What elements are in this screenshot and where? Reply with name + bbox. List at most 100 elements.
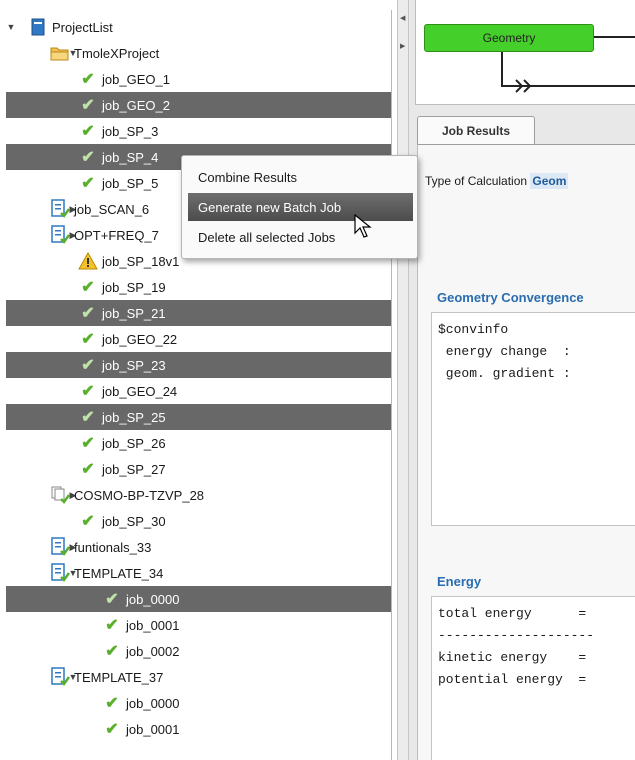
menu-item-generate-new-batch-job[interactable]: Generate new Batch Job: [188, 193, 413, 221]
output-line: --------------------: [438, 628, 595, 643]
tab-job-results[interactable]: Job Results: [417, 116, 535, 144]
check-icon: ✔: [81, 97, 95, 114]
tree-row-job[interactable]: ✔ job_GEO_1: [6, 66, 391, 92]
geometry-node[interactable]: Geometry: [424, 24, 594, 52]
tree-row-label: job_SP_21: [102, 305, 166, 321]
tree-row-job[interactable]: ✔ job_SP_3: [6, 118, 391, 144]
check-icon: ✔: [81, 149, 95, 166]
check-icon: ✔: [105, 721, 119, 738]
menu-item-delete-all-selected-jobs[interactable]: Delete all selected Jobs: [188, 223, 413, 251]
tree-node[interactable]: ▶ COSMO-BP-TZVP_28: [6, 482, 391, 508]
tree-row-label: job_GEO_22: [102, 331, 178, 347]
tree-row-label: job_SP_30: [102, 513, 166, 529]
check-icon: ✔: [81, 435, 95, 452]
calculation-type: Type of Calculation Geom: [425, 173, 569, 189]
tree-row-label: job_SP_25: [102, 409, 166, 425]
tree-node[interactable]: ▼ TmoleXProject: [6, 40, 391, 66]
split-pane-divider[interactable]: ◀ ▶: [397, 0, 409, 760]
check-icon: ✔: [81, 71, 95, 88]
tree-row-label: job_GEO_24: [102, 383, 178, 399]
check-icon: ✔: [81, 409, 95, 426]
tree-row-label: funtionals_33: [74, 539, 152, 555]
output-line: potential energy =: [438, 672, 587, 687]
tree-row-job[interactable]: ✔ job_SP_26: [6, 430, 391, 456]
project-tree[interactable]: ▼ ProjectList ▼ TmoleXProject ✔ job_GEO_1 ✔ job…: [6, 10, 392, 760]
tree-row-label: job_GEO_2: [102, 97, 170, 113]
tree-node[interactable]: ▶ funtionals_33: [6, 534, 391, 560]
tree-row-label: job_SP_23: [102, 357, 166, 373]
check-icon: ✔: [81, 513, 95, 530]
expand-right-icon[interactable]: ▶: [400, 42, 405, 50]
tree-row-job[interactable]: ✔ job_0001: [6, 612, 391, 638]
tree-row-job[interactable]: ✔ job_SP_30: [6, 508, 391, 534]
workflow-canvas: Geometry: [415, 0, 635, 105]
tree-row-label: job_SP_4: [102, 149, 159, 165]
tree-row-label: TEMPLATE_34: [74, 565, 164, 581]
result-tabs: Job Results: [409, 112, 635, 144]
batch-job-icon: [50, 537, 70, 557]
workflow-connector: [501, 36, 635, 93]
calc-type-label: Type of Calculation: [425, 174, 528, 188]
tree-node[interactable]: ▼ TEMPLATE_37: [6, 664, 391, 690]
check-icon: ✔: [81, 331, 95, 348]
tree-row-label: job_GEO_1: [102, 71, 170, 87]
check-icon: ✔: [81, 305, 95, 322]
tree-row-label: job_0001: [126, 617, 180, 633]
tree-row-label: job_0001: [126, 721, 180, 737]
tree-row-job[interactable]: ✔ job_0002: [6, 638, 391, 664]
tree-row-job[interactable]: ✔ job_0001: [6, 716, 391, 742]
check-icon: ✔: [81, 175, 95, 192]
mouse-cursor-icon: [354, 214, 372, 238]
check-icon: ✔: [81, 123, 95, 140]
tree-row-job[interactable]: ✔ job_GEO_24: [6, 378, 391, 404]
check-icon: ✔: [81, 461, 95, 478]
output-line: kinetic energy =: [438, 650, 587, 665]
context-menu: Combine Results Generate new Batch Job Del…: [181, 155, 418, 259]
energy-box: total energy = -------------------- kineti…: [431, 596, 635, 760]
tree-row-job[interactable]: ✔ job_SP_21: [6, 300, 391, 326]
output-line: total energy =: [438, 606, 587, 621]
geometry-convergence-title: Geometry Convergence: [437, 290, 584, 305]
tree-row-job[interactable]: ✔ job_SP_19: [6, 274, 391, 300]
tree-row-job[interactable]: ✔ job_0000: [6, 690, 391, 716]
energy-title: Energy: [437, 574, 482, 589]
tree-row-label: COSMO-BP-TZVP_28: [74, 487, 205, 503]
output-line: geom. gradient :: [438, 366, 579, 381]
tree-row-job[interactable]: ✔ job_0000: [6, 586, 391, 612]
tree-row-label: ProjectList: [52, 19, 113, 35]
tree-row-label: OPT+FREQ_7: [74, 227, 159, 243]
tree-row-job[interactable]: ✔ job_SP_27: [6, 456, 391, 482]
check-icon: ✔: [105, 695, 119, 712]
tree-row-label: job_SP_26: [102, 435, 166, 451]
tree-row-label: TmoleXProject: [74, 45, 160, 61]
tree-row-job[interactable]: ✔ job_GEO_22: [6, 326, 391, 352]
menu-item-combine-results[interactable]: Combine Results: [188, 163, 413, 191]
check-icon: ✔: [105, 643, 119, 660]
check-icon: ✔: [81, 279, 95, 296]
expand-down-icon[interactable]: ▼: [6, 22, 16, 32]
folder-icon: [50, 43, 70, 63]
check-icon: ✔: [81, 383, 95, 400]
check-icon: ✔: [105, 617, 119, 634]
tree-row-label: TEMPLATE_37: [74, 669, 164, 685]
batch-job-icon: [50, 667, 70, 687]
tree-node[interactable]: ▼ ProjectList: [6, 14, 391, 40]
tree-row-label: job_SP_18v1: [102, 253, 180, 269]
output-line: energy change :: [438, 344, 579, 359]
tree-row-job[interactable]: ✔ job_GEO_2: [6, 92, 391, 118]
collapse-left-icon[interactable]: ◀: [400, 14, 405, 22]
warning-icon: [78, 251, 98, 271]
calc-type-value: Geom: [530, 173, 569, 189]
tree-row-job[interactable]: ✔ job_SP_25: [6, 404, 391, 430]
check-icon: ✔: [81, 357, 95, 374]
tree-row-label: job_0002: [126, 643, 180, 659]
tree-row-label: job_0000: [126, 591, 180, 607]
check-icon: ✔: [105, 591, 119, 608]
batch-job-icon: [50, 199, 70, 219]
tree-row-label: job_SCAN_6: [74, 201, 150, 217]
tree-row-label: job_0000: [126, 695, 180, 711]
tree-row-label: job_SP_3: [102, 123, 159, 139]
tree-node[interactable]: ▼ TEMPLATE_34: [6, 560, 391, 586]
geometry-convergence-box: $convinfo energy change : geom. gradient…: [431, 312, 635, 526]
tree-row-job[interactable]: ✔ job_SP_23: [6, 352, 391, 378]
